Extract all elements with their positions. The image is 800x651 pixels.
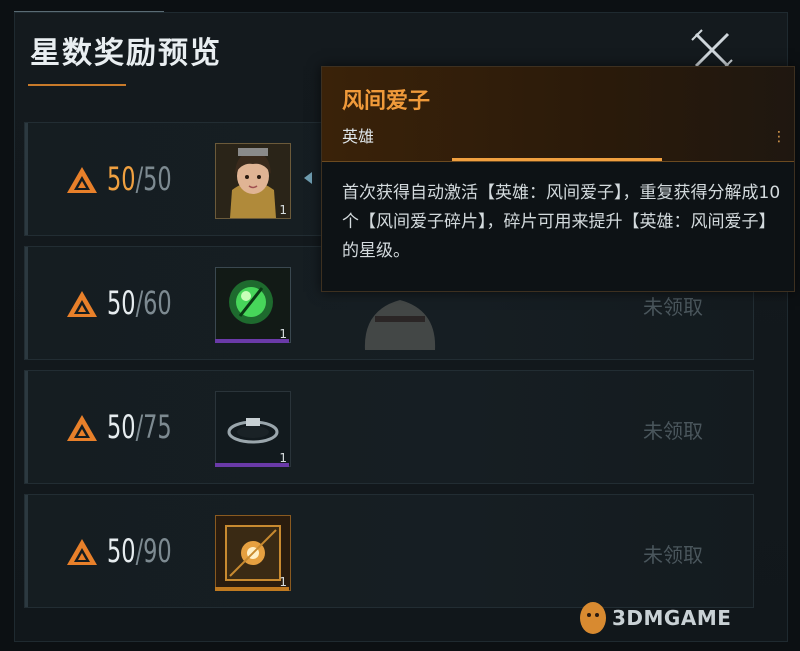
reward-row[interactable]: 50/90 1 未领取 <box>24 494 754 608</box>
title-underline <box>28 84 126 86</box>
watermark-text: 3DMGAME <box>612 606 732 630</box>
ghost-watermark-icon <box>364 300 436 350</box>
item-tooltip: 风间爱子 英雄 ⋮ 首次获得自动激活【英雄：风间爱子】，重复获得分解成10个【风… <box>321 66 795 292</box>
star-count-icon <box>67 291 97 317</box>
rarity-bar <box>215 587 289 591</box>
reward-item-slot[interactable]: 1 <box>215 143 291 219</box>
star-progress: 50/60 <box>107 284 172 322</box>
star-count-icon <box>67 539 97 565</box>
page-title: 星数奖励预览 <box>30 36 222 71</box>
more-dots-icon: ⋮ <box>772 129 786 145</box>
claim-status: 未领取 <box>643 295 703 319</box>
reward-item-slot[interactable]: 1 <box>215 267 291 343</box>
claim-status: 未领取 <box>643 419 703 443</box>
rarity-bar <box>215 463 289 467</box>
tooltip-accent-bar <box>452 158 662 161</box>
tooltip-type: 英雄 <box>342 127 375 146</box>
reward-item-slot[interactable]: 1 <box>215 391 291 467</box>
row-accent <box>25 123 28 235</box>
row-accent <box>25 495 28 607</box>
3dm-logo-icon <box>580 602 606 634</box>
star-progress: 50/50 <box>107 160 172 198</box>
rarity-bar <box>215 339 289 343</box>
tooltip-title: 风间爱子 <box>342 88 431 114</box>
reward-item-slot[interactable]: 1 <box>215 515 291 591</box>
item-quantity: 1 <box>279 203 287 217</box>
star-count-icon <box>67 167 97 193</box>
row-accent <box>25 247 28 359</box>
tooltip-description: 首次获得自动激活【英雄：风间爱子】，重复获得分解成10个【风间爱子碎片】，碎片可… <box>342 183 781 261</box>
tooltip-pointer-icon <box>304 172 312 184</box>
row-accent <box>25 371 28 483</box>
star-progress: 50/75 <box>107 408 172 446</box>
star-progress: 50/90 <box>107 532 172 570</box>
tooltip-header: 风间爱子 英雄 ⋮ <box>322 67 794 162</box>
claim-status: 未领取 <box>643 543 703 567</box>
star-count-icon <box>67 415 97 441</box>
reward-row[interactable]: 50/75 1 未领取 <box>24 370 754 484</box>
